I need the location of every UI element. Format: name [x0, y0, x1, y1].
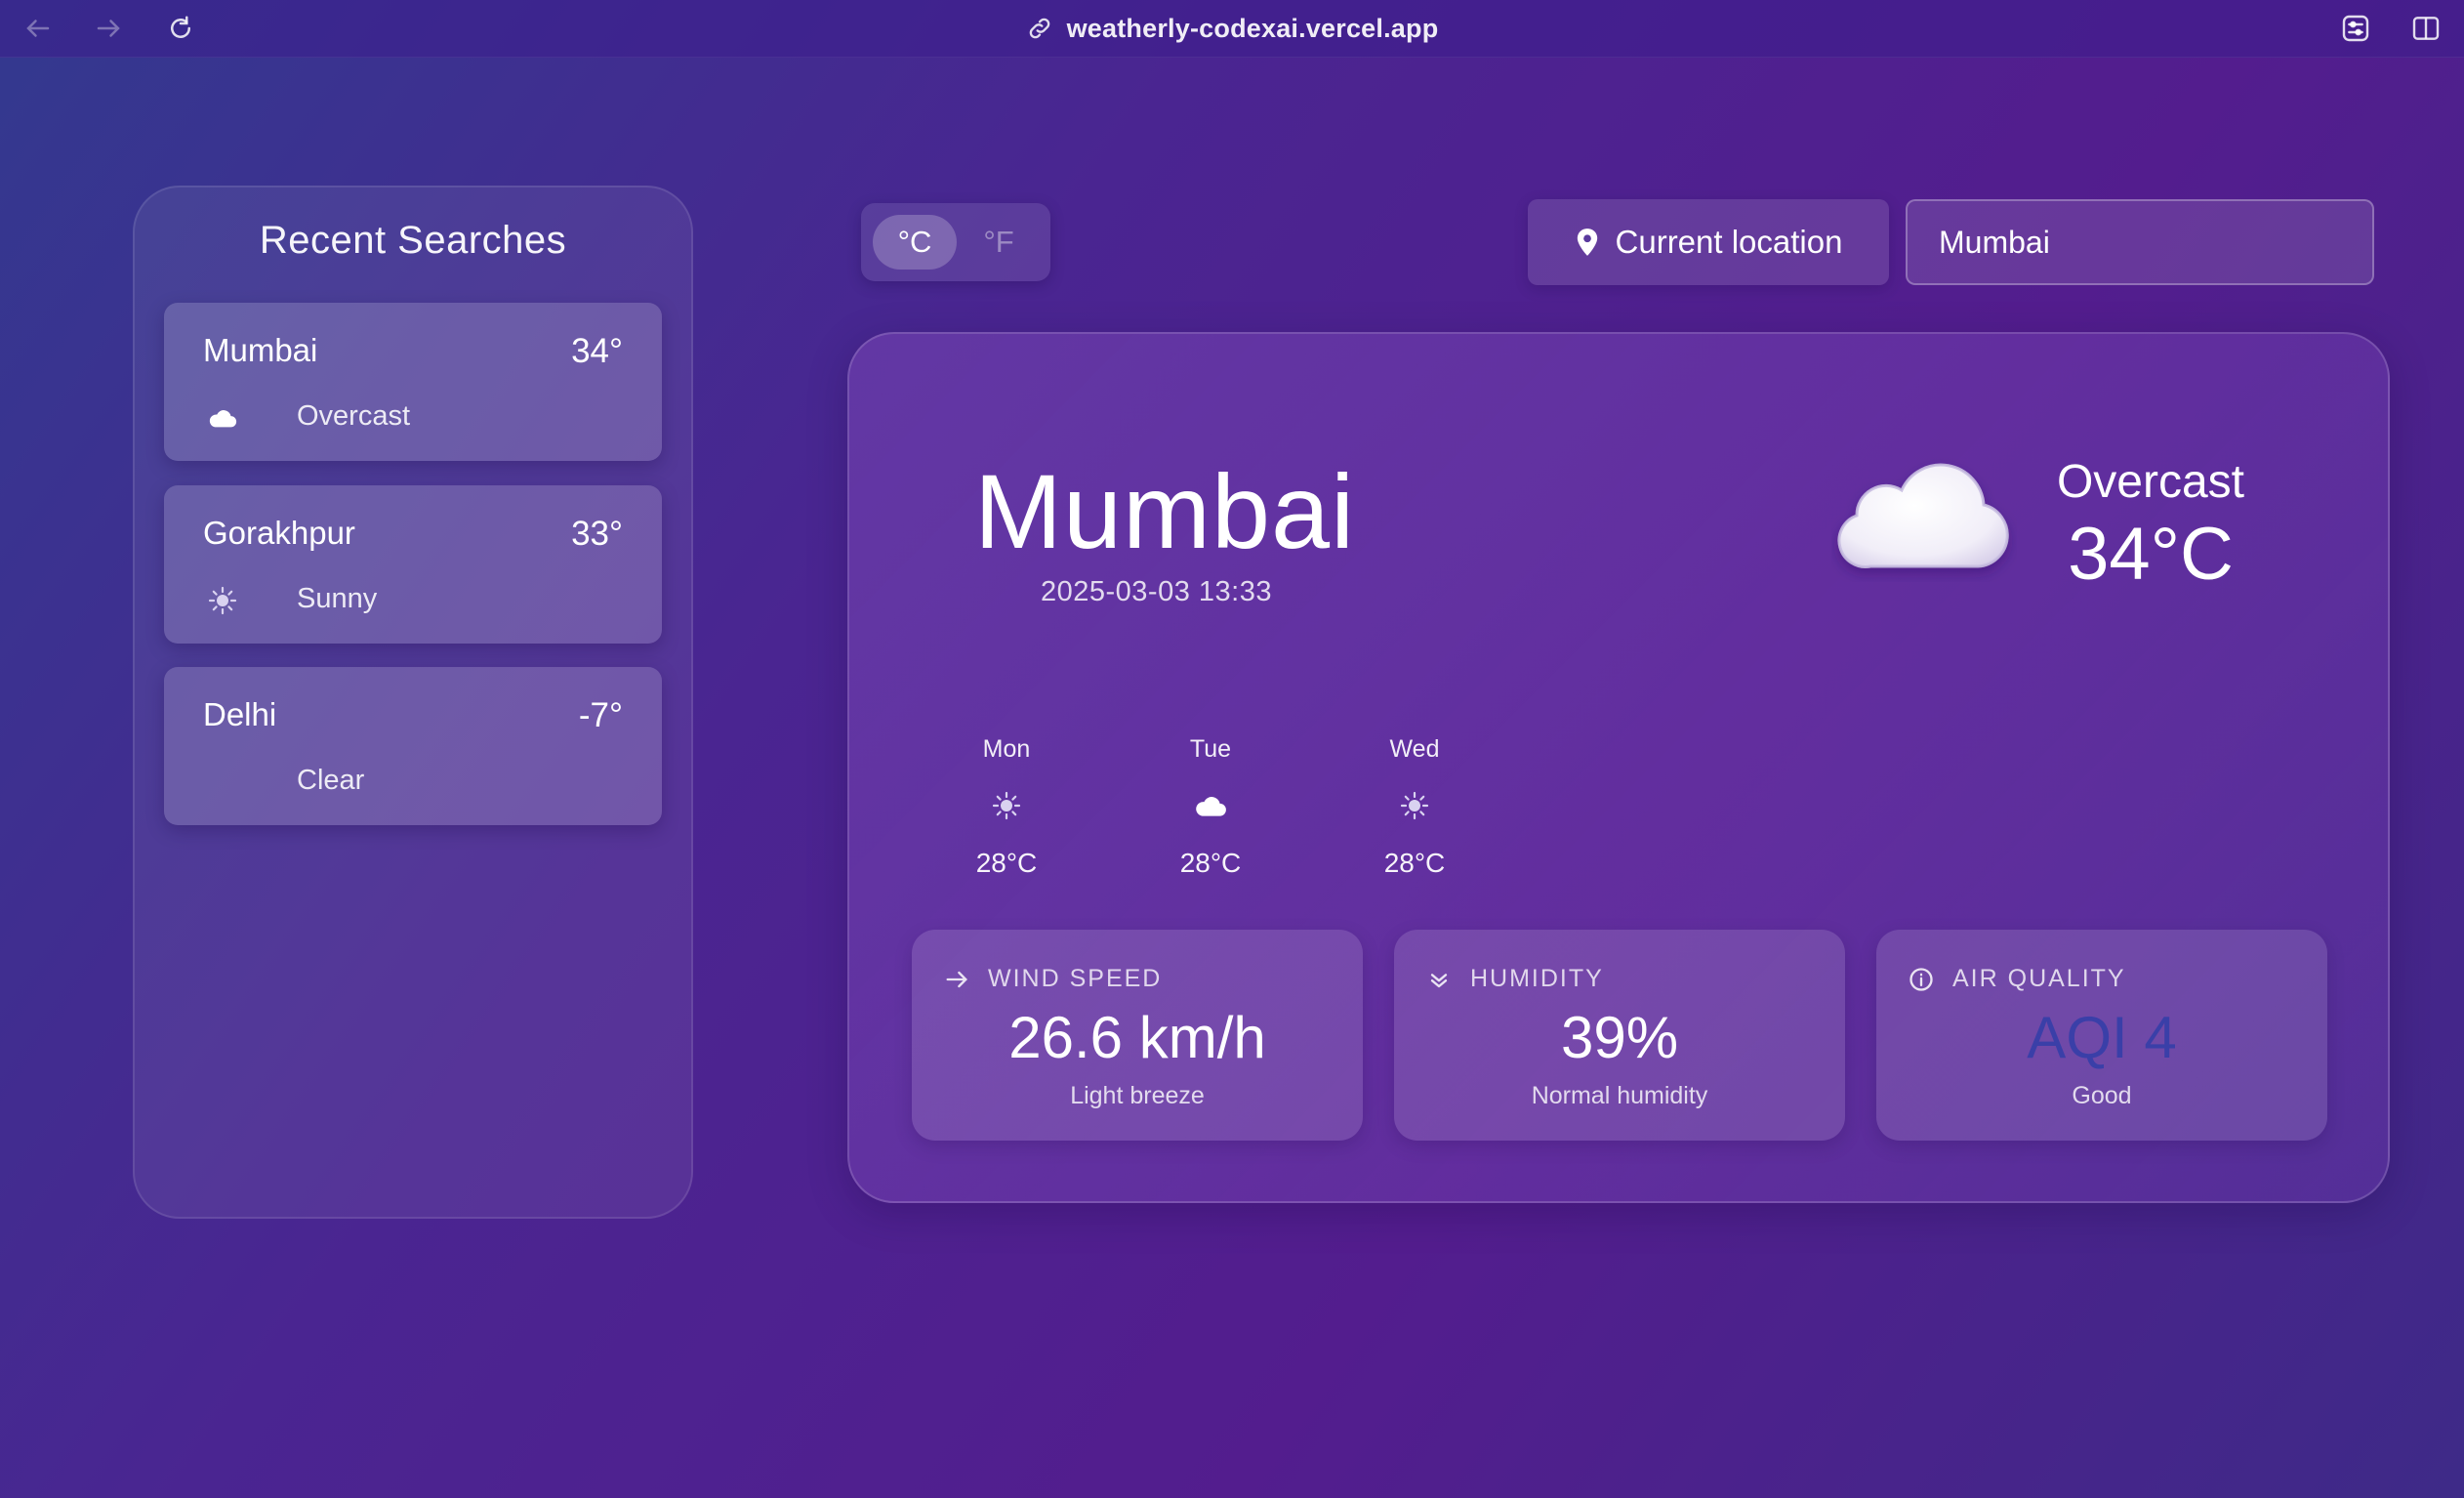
forecast-day-name: Wed — [1389, 735, 1440, 763]
wind-speed-header: WIND SPEED — [943, 965, 1162, 993]
fahrenheit-button[interactable]: °F — [957, 215, 1041, 270]
recent-temp: 34° — [571, 332, 623, 370]
forward-button[interactable] — [88, 8, 129, 49]
recent-city: Gorakhpur — [203, 515, 355, 551]
humidity-description: Normal humidity — [1531, 1082, 1708, 1109]
recent-search-item-delhi[interactable]: Delhi -7° Clear — [164, 667, 662, 825]
browser-toolbar: weatherly-codexai.vercel.app — [0, 0, 2464, 58]
forecast-day-wed: Wed 28°C — [1341, 732, 1488, 898]
current-weather-card: Mumbai 2025-03-03 13:33 Overcast 34°C Mo… — [847, 332, 2390, 1203]
unit-toggle: °C °F — [861, 203, 1050, 281]
reload-button[interactable] — [160, 8, 201, 49]
split-view-button[interactable] — [2406, 9, 2445, 48]
forecast-day-mon: Mon 28°C — [933, 732, 1080, 898]
forecast-temp: 28°C — [1383, 848, 1446, 878]
address-bar[interactable]: weatherly-codexai.vercel.app — [0, 8, 2464, 49]
current-datetime: 2025-03-03 13:33 — [1041, 576, 1272, 607]
cloud-icon — [1137, 777, 1284, 834]
humidity-label: HUMIDITY — [1470, 965, 1604, 992]
link-icon — [1029, 18, 1049, 39]
reload-icon — [171, 16, 190, 38]
wind-speed-description: Light breeze — [1070, 1082, 1205, 1109]
humidity-header: HUMIDITY — [1425, 965, 1604, 993]
recent-condition: Sunny — [297, 583, 378, 614]
current-location-label: Current location — [1615, 224, 1843, 260]
humidity-value: 39% — [1560, 1005, 1679, 1070]
extensions-button[interactable] — [2336, 9, 2375, 48]
cloud-icon — [207, 402, 238, 434]
url-text[interactable]: weatherly-codexai.vercel.app — [1067, 14, 1439, 44]
sliders-icon — [2342, 15, 2369, 42]
air-quality-value: AQI 4 — [2027, 1005, 2177, 1070]
wind-speed-value: 26.6 km/h — [1008, 1005, 1266, 1070]
sun-icon — [207, 585, 238, 616]
back-button[interactable] — [18, 8, 59, 49]
recent-temp: -7° — [578, 696, 623, 734]
forecast-day-tue: Tue 28°C — [1137, 732, 1284, 898]
recent-city: Mumbai — [203, 332, 318, 368]
sun-icon — [1341, 777, 1488, 834]
recent-temp: 33° — [571, 515, 623, 553]
map-pin-icon — [1577, 229, 1597, 256]
current-condition: Overcast — [2056, 456, 2245, 508]
current-location-button[interactable]: Current location — [1528, 199, 1889, 285]
chevrons-down-icon — [1430, 973, 1448, 987]
forecast-day-name: Tue — [1189, 735, 1232, 763]
arrow-right-icon — [946, 971, 967, 987]
forecast-temp: 28°C — [975, 848, 1038, 878]
humidity-card: HUMIDITY 39% Normal humidity — [1394, 930, 1845, 1141]
info-icon — [1910, 967, 1933, 991]
moon-icon — [207, 767, 238, 798]
arrow-left-icon — [26, 20, 50, 37]
wind-speed-label: WIND SPEED — [988, 965, 1163, 992]
air-quality-label: AIR QUALITY — [1952, 965, 2126, 992]
recent-city: Delhi — [203, 696, 277, 732]
recent-search-item-gorakhpur[interactable]: Gorakhpur 33° Sunny — [164, 485, 662, 644]
arrow-right-icon — [97, 20, 120, 37]
current-temperature: 34°C — [2068, 513, 2234, 596]
recent-condition: Overcast — [297, 400, 411, 432]
city-search-input[interactable] — [1906, 199, 2374, 285]
recent-searches-panel: Recent Searches Mumbai 34° Overcast Gora… — [133, 186, 693, 1219]
air-quality-description: Good — [2072, 1082, 2132, 1109]
current-city-name: Mumbai — [974, 452, 1356, 570]
sun-icon — [933, 777, 1080, 834]
recent-searches-title: Recent Searches — [259, 219, 567, 262]
recent-condition: Clear — [297, 765, 365, 796]
cloud-icon — [1837, 463, 2009, 568]
air-quality-header: AIR QUALITY — [1908, 965, 2126, 993]
forecast-day-name: Mon — [982, 735, 1031, 763]
air-quality-card: AIR QUALITY AQI 4 Good — [1876, 930, 2327, 1141]
celsius-button[interactable]: °C — [873, 215, 957, 270]
recent-search-item-mumbai[interactable]: Mumbai 34° Overcast — [164, 303, 662, 461]
wind-speed-card: WIND SPEED 26.6 km/h Light breeze — [912, 930, 1363, 1141]
sidebar-toggle-icon — [2412, 17, 2440, 40]
forecast-temp: 28°C — [1179, 848, 1242, 878]
